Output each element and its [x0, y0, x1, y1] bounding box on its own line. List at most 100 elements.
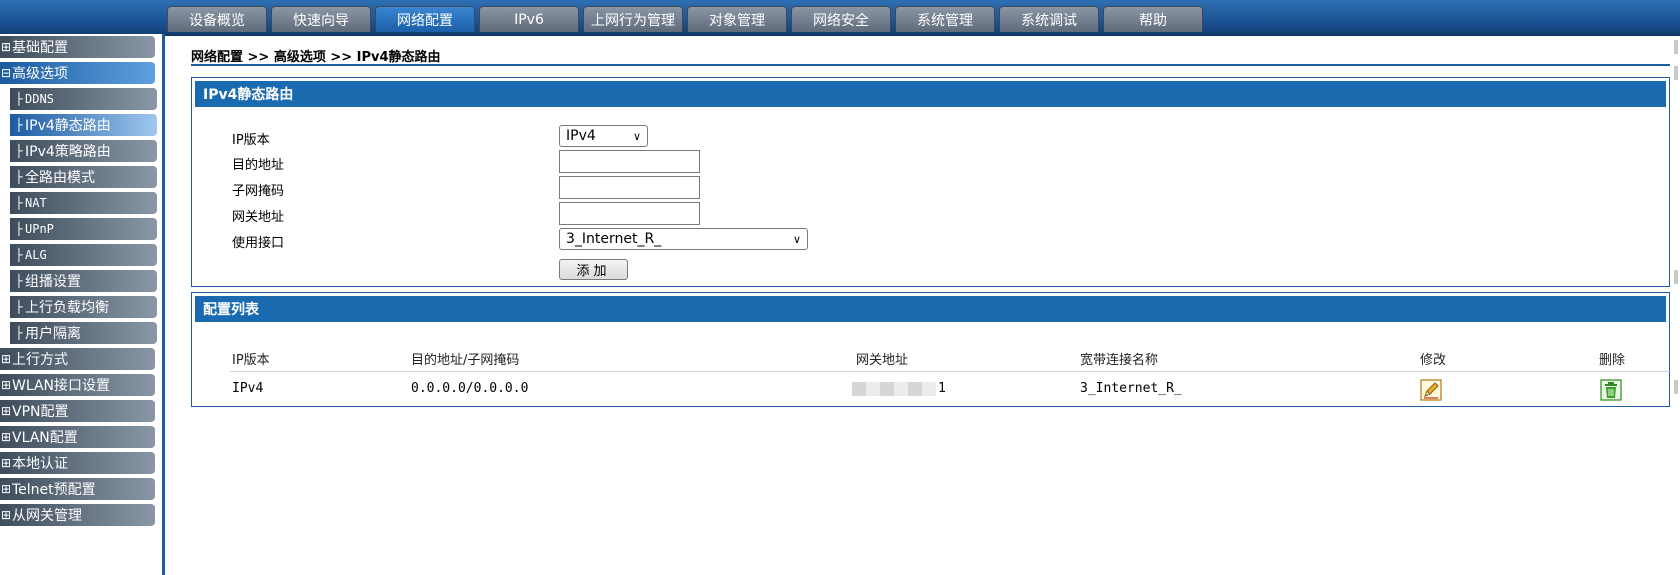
- tab-quick-wizard[interactable]: 快速向导: [271, 6, 371, 32]
- redacted-gateway-prefix: [852, 381, 936, 396]
- tree-branch-icon: ├: [15, 92, 23, 106]
- tree-branch-icon: ├: [15, 274, 23, 288]
- gateway-suffix: 1: [938, 381, 946, 396]
- tab-network-security[interactable]: 网络安全: [791, 6, 891, 32]
- sidebar-item-label: 上行方式: [12, 352, 68, 368]
- edit-icon[interactable]: [1420, 379, 1442, 401]
- sidebar-item-local-auth[interactable]: ⊞ 本地认证: [0, 452, 155, 474]
- expand-icon: ⊞: [0, 508, 12, 522]
- expand-icon: ⊞: [0, 404, 12, 418]
- tab-network-config[interactable]: 网络配置: [375, 6, 475, 32]
- sidebar-item-vlan-config[interactable]: ⊞ VLAN配置: [0, 426, 155, 448]
- interface-select[interactable]: 3_Internet_R_ ∨: [559, 228, 808, 250]
- breadcrumb: 网络配置 >> 高级选项 >> IPv4静态路由: [191, 50, 441, 65]
- sidebar-item-label: NAT: [25, 196, 47, 210]
- gateway-address-label: 网关地址: [232, 210, 285, 225]
- sidebar-item-label: IPv4静态路由: [25, 118, 111, 134]
- sidebar-item-basic-config[interactable]: ⊞ 基础配置: [0, 36, 155, 58]
- sidebar-item-uplink-mode[interactable]: ⊞ 上行方式: [0, 348, 155, 370]
- sidebar-item-multicast[interactable]: ├ 组播设置: [10, 270, 157, 292]
- cell-gateway: 1: [852, 381, 946, 396]
- list-panel-title: 配置列表: [195, 296, 1666, 322]
- tab-help[interactable]: 帮助: [1103, 6, 1203, 32]
- ip-version-label: IP版本: [232, 133, 270, 148]
- sidebar-item-ddns[interactable]: ├ DDNS: [10, 88, 157, 110]
- sidebar-item-vpn-config[interactable]: ⊞ VPN配置: [0, 400, 155, 422]
- sidebar-item-user-isolation[interactable]: ├ 用户隔离: [10, 322, 157, 344]
- sidebar-item-label: 用户隔离: [25, 326, 81, 342]
- sidebar-item-alg[interactable]: ├ ALG: [10, 244, 157, 266]
- col-header-gateway: 网关地址: [856, 353, 909, 368]
- top-nav-bar: 设备概览 快速向导 网络配置 IPv6 上网行为管理 对象管理 网络安全 系统管…: [0, 0, 1680, 36]
- subnet-mask-input[interactable]: [559, 176, 700, 199]
- tree-branch-icon: ├: [15, 222, 23, 236]
- sidebar-item-label: VPN配置: [12, 404, 69, 420]
- tab-system-management[interactable]: 系统管理: [895, 6, 995, 32]
- col-header-dest-mask: 目的地址/子网掩码: [411, 353, 520, 368]
- sidebar-item-label: 上行负载均衡: [25, 300, 109, 316]
- sidebar-item-full-route-mode[interactable]: ├ 全路由模式: [10, 166, 157, 188]
- ip-version-select[interactable]: IPv4 ∨: [559, 125, 648, 147]
- add-button[interactable]: 添加: [559, 259, 628, 280]
- expand-icon: ⊞: [0, 482, 12, 496]
- expand-icon: ⊞: [0, 430, 12, 444]
- tab-system-debug[interactable]: 系统调试: [999, 6, 1099, 32]
- tree-branch-icon: ├: [15, 248, 23, 262]
- col-header-ip-version: IP版本: [232, 353, 270, 368]
- expand-icon: ⊞: [0, 378, 12, 392]
- static-route-form-panel: IPv4静态路由 IP版本 IPv4 ∨ 目的地址 子网掩码 网关地址 使用接口…: [191, 77, 1670, 287]
- main-tabs: 设备概览 快速向导 网络配置 IPv6 上网行为管理 对象管理 网络安全 系统管…: [167, 6, 1207, 34]
- sidebar-item-label: Telnet预配置: [12, 482, 96, 498]
- subnet-mask-label: 子网掩码: [232, 184, 285, 199]
- expand-icon: ⊞: [0, 40, 12, 54]
- collapse-icon: ⊟: [0, 66, 12, 80]
- sidebar-item-label: DDNS: [25, 92, 54, 106]
- tree-branch-icon: ├: [15, 196, 23, 210]
- sidebar-item-label: VLAN配置: [12, 430, 78, 446]
- scrollbar-track-marker: [1674, 40, 1678, 54]
- ip-version-value: IPv4: [566, 128, 596, 144]
- sidebar-item-advanced-options[interactable]: ⊟ 高级选项: [0, 62, 155, 84]
- sidebar-item-slave-gateway[interactable]: ⊞ 从网关管理: [0, 504, 155, 526]
- chevron-down-icon: ∨: [632, 129, 641, 143]
- tree-branch-icon: ├: [15, 170, 23, 184]
- scrollbar-track-marker: [1674, 66, 1678, 80]
- breadcrumb-divider: [191, 64, 1670, 66]
- config-list-panel: 配置列表 IP版本 目的地址/子网掩码 网关地址 宽带连接名称 修改 删除 IP…: [191, 292, 1671, 407]
- form-panel-title: IPv4静态路由: [195, 81, 1666, 107]
- sidebar-item-telnet-preconfig[interactable]: ⊞ Telnet预配置: [0, 478, 155, 500]
- sidebar-item-ipv4-static-route[interactable]: ├ IPv4静态路由: [10, 114, 157, 136]
- sidebar-item-nat[interactable]: ├ NAT: [10, 192, 157, 214]
- scrollbar-track-marker: [1674, 380, 1678, 394]
- expand-icon: ⊞: [0, 352, 12, 366]
- cell-dest-mask: 0.0.0.0/0.0.0.0: [411, 381, 529, 396]
- sidebar-item-label: 全路由模式: [25, 170, 95, 186]
- tab-object-management[interactable]: 对象管理: [687, 6, 787, 32]
- chevron-down-icon: ∨: [792, 232, 801, 246]
- tree-branch-icon: ├: [15, 118, 23, 132]
- dest-address-label: 目的地址: [232, 158, 285, 173]
- dest-address-input[interactable]: [559, 150, 700, 173]
- col-header-edit: 修改: [1420, 353, 1447, 368]
- delete-icon[interactable]: [1600, 379, 1622, 401]
- cell-connection-name: 3_Internet_R_: [1080, 381, 1182, 396]
- sidebar-item-label: 组播设置: [25, 274, 81, 290]
- interface-label: 使用接口: [232, 236, 285, 251]
- sidebar-item-label: 本地认证: [12, 456, 68, 472]
- gateway-address-input[interactable]: [559, 202, 700, 225]
- sidebar-item-load-balance[interactable]: ├ 上行负载均衡: [10, 296, 157, 318]
- col-header-connection-name: 宽带连接名称: [1080, 353, 1159, 368]
- sidebar-item-ipv4-policy-route[interactable]: ├ IPv4策略路由: [10, 140, 157, 162]
- sidebar-item-label: 高级选项: [12, 66, 68, 82]
- col-header-delete: 删除: [1599, 353, 1626, 368]
- tab-device-overview[interactable]: 设备概览: [167, 6, 267, 32]
- sidebar-item-label: UPnP: [25, 222, 54, 236]
- sidebar-item-label: 基础配置: [12, 40, 68, 56]
- tab-ipv6[interactable]: IPv6: [479, 6, 579, 32]
- sidebar-item-label: 从网关管理: [12, 508, 82, 524]
- sidebar-item-upnp[interactable]: ├ UPnP: [10, 218, 157, 240]
- sidebar-item-wlan-interface[interactable]: ⊞ WLAN接口设置: [0, 374, 155, 396]
- sidebar-item-label: ALG: [25, 248, 47, 262]
- tab-behavior-management[interactable]: 上网行为管理: [583, 6, 683, 32]
- sidebar-item-label: IPv4策略路由: [25, 144, 111, 160]
